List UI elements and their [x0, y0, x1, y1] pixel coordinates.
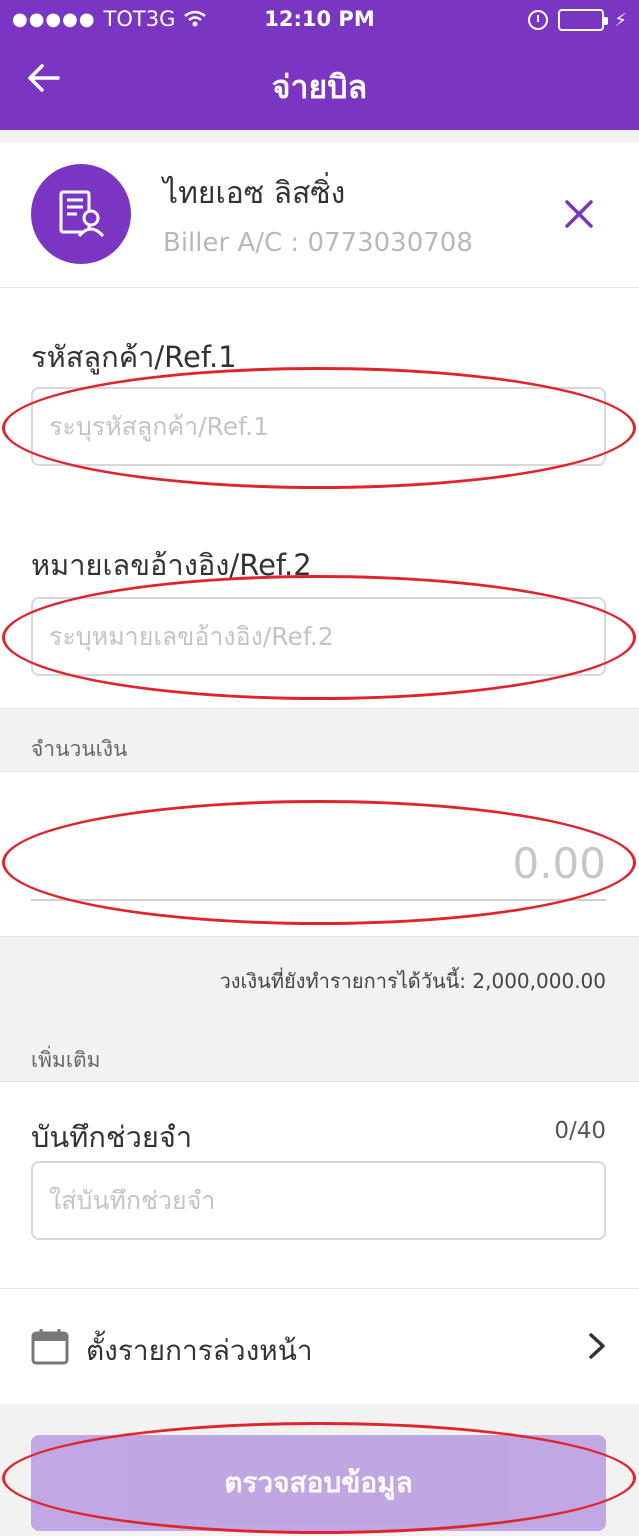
alarm-icon: [528, 10, 549, 30]
memo-input[interactable]: [31, 1161, 606, 1240]
calendar-icon: [31, 1329, 69, 1365]
schedule-row[interactable]: ตั้งรายการล่วงหน้า: [0, 1288, 639, 1404]
memo-counter: 0/40: [554, 1118, 606, 1144]
schedule-label: ตั้งรายการล่วงหน้า: [86, 1334, 313, 1367]
nav-bar: จ่ายบิล: [0, 40, 639, 128]
battery-icon: [558, 9, 609, 31]
limit-band: วงเงินที่ยังทำรายการได้วันนี้: 2,000,000…: [0, 936, 639, 1036]
close-icon: [565, 200, 593, 228]
amount-input[interactable]: [31, 828, 606, 901]
chevron-right-icon: [589, 1333, 605, 1359]
ref1-input[interactable]: [31, 387, 606, 466]
extra-section-title: เพิ่มเติม: [31, 1048, 101, 1072]
biller-card: ไทยเอซ ลิสซิ่ง Biller A/C : 0773030708: [0, 142, 639, 288]
app-header: ●●●●● TOT3G 12:10 PM ⚡ จ่ายบิล: [0, 0, 639, 130]
ref2-label: หมายเลขอ้างอิง/Ref.2: [31, 548, 312, 582]
charging-icon: ⚡: [614, 9, 627, 31]
remove-biller-button[interactable]: [557, 192, 601, 236]
divider: [0, 130, 639, 142]
ref1-label: รหัสลูกค้า/Ref.1: [31, 340, 237, 374]
biller-account: Biller A/C : 0773030708: [163, 228, 473, 258]
daily-limit-text: วงเงินที่ยังทำรายการได้วันนี้: 2,000,000…: [219, 969, 606, 993]
page-title: จ่ายบิล: [271, 68, 368, 106]
biller-name: ไทยเอซ ลิสซิ่ง: [163, 176, 346, 211]
memo-label: บันทึกช่วยจำ: [31, 1120, 193, 1154]
status-bar-right: ⚡: [528, 9, 627, 31]
status-bar: ●●●●● TOT3G 12:10 PM ⚡: [0, 0, 639, 40]
amount-section-title: จำนวนเงิน: [31, 737, 128, 761]
verify-button[interactable]: ตรวจสอบข้อมูล: [31, 1435, 606, 1531]
bill-document-icon: [59, 190, 105, 238]
ref2-input[interactable]: [31, 597, 606, 676]
biller-avatar: [31, 164, 131, 264]
extra-section-header: เพิ่มเติม: [0, 1036, 639, 1082]
amount-section-header: จำนวนเงิน: [0, 708, 639, 772]
